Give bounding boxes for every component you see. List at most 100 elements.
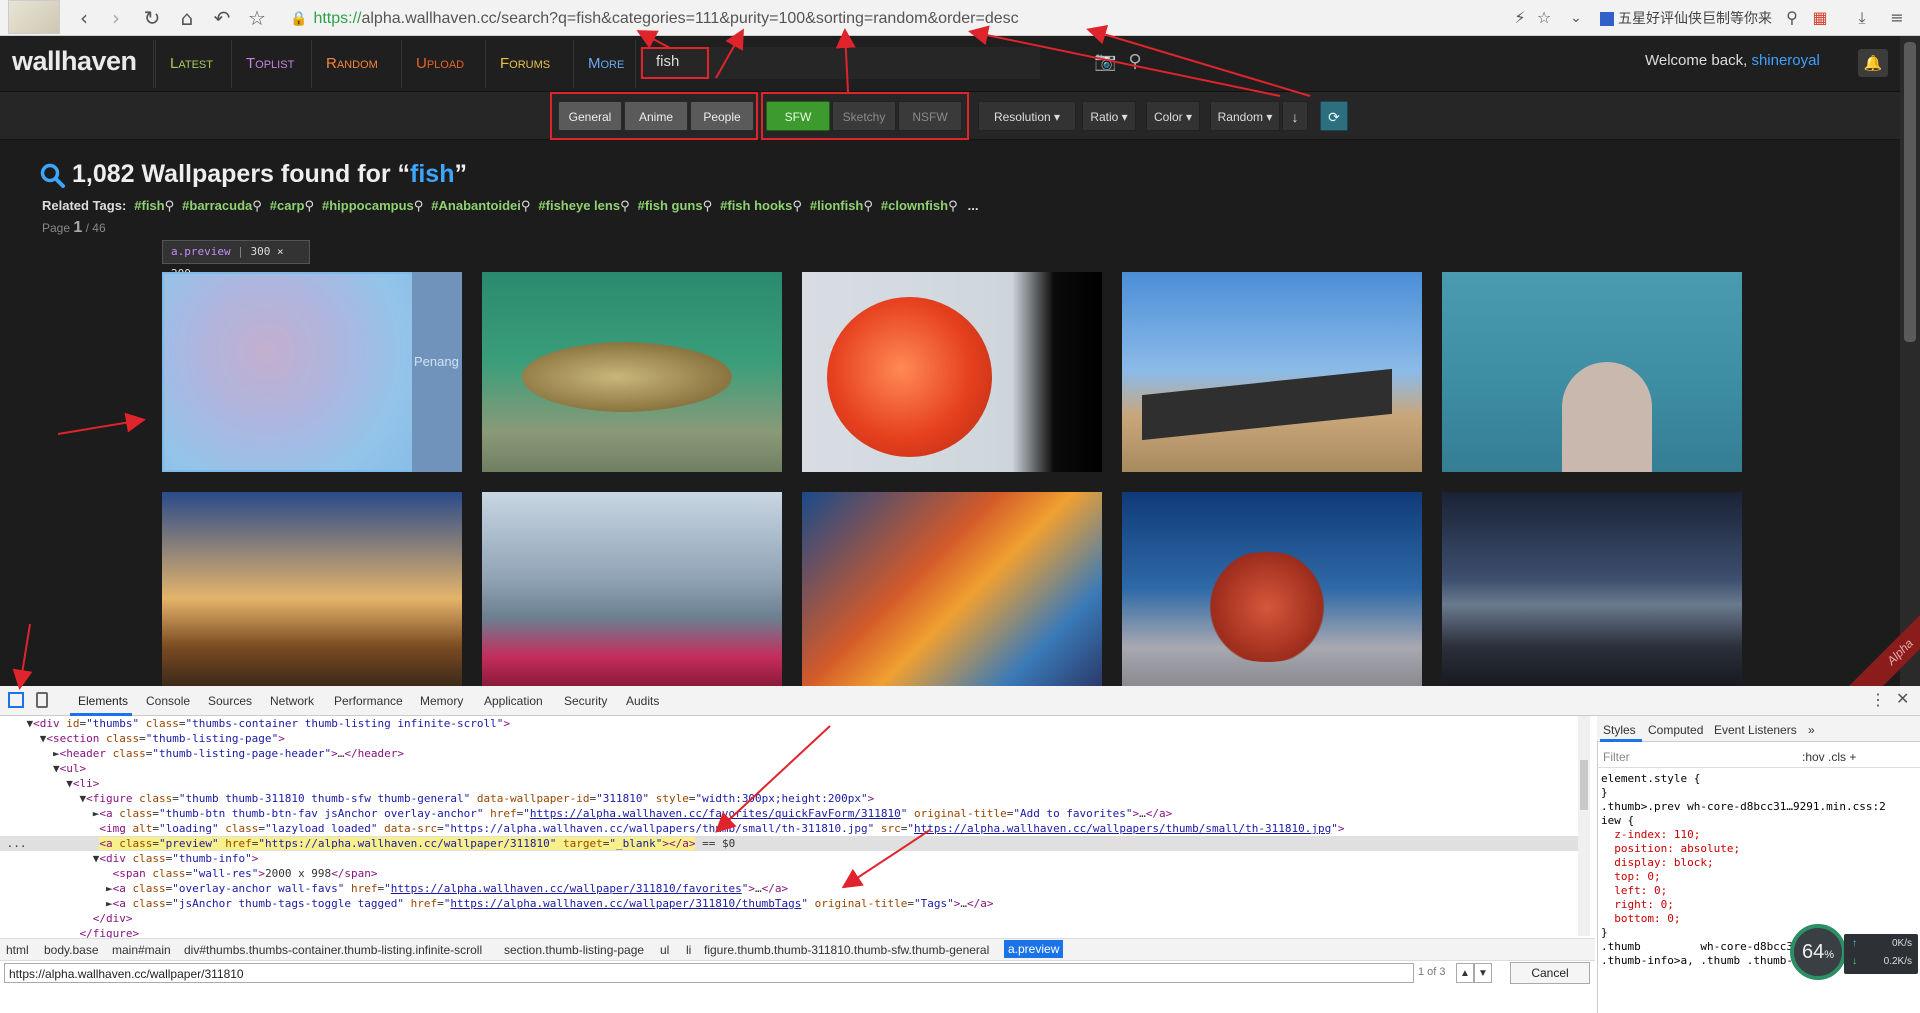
nav-upload[interactable]: Upload <box>416 53 464 75</box>
nav-random[interactable]: Random <box>326 53 378 75</box>
devtools-tab-performance[interactable]: Performance <box>334 694 403 708</box>
wallpaper-thumb-hut[interactable] <box>162 492 462 686</box>
cancel-button[interactable]: Cancel <box>1510 962 1590 984</box>
close-icon[interactable]: ✕ <box>1896 689 1909 708</box>
breadcrumb-item[interactable]: ul <box>660 943 669 957</box>
related-tag[interactable]: #fish⚲ <box>134 198 175 214</box>
reload-icon[interactable]: ↻ <box>140 6 164 30</box>
breadcrumb-item[interactable]: section.thumb-listing-page <box>504 943 644 957</box>
dom-node[interactable]: <span class="wall-res">2000 x 998</span> <box>0 866 1580 881</box>
browser-search-box[interactable]: 五星好评仙侠巨制等你来 <box>1600 6 1790 30</box>
wallpaper-thumb-discus-pink[interactable]: Penang <box>162 272 462 472</box>
home-icon[interactable]: ⌂ <box>175 6 199 30</box>
devtools-tab-console[interactable]: Console <box>146 694 190 708</box>
tab-computed[interactable]: Computed <box>1648 723 1703 737</box>
dom-node[interactable]: ▼<div id="thumbs" class="thumbs-containe… <box>0 716 1580 731</box>
tag-search-icon[interactable]: ⚲ <box>620 199 630 214</box>
related-tag[interactable]: #Anabantoidei⚲ <box>431 198 531 214</box>
dom-node[interactable]: ►<a class="jsAnchor thumb-tags-toggle ta… <box>0 896 1580 911</box>
star-icon[interactable]: ☆ <box>245 6 269 30</box>
breadcrumb-item[interactable]: div#thumbs.thumbs-container.thumb-listin… <box>184 943 482 957</box>
undo-icon[interactable]: ↶ <box>210 6 234 30</box>
device-toolbar-icon[interactable] <box>36 692 48 708</box>
tags-more[interactable]: ... <box>968 198 979 213</box>
ratio-dropdown[interactable]: Ratio ▾ <box>1082 101 1136 131</box>
notification-bell-icon[interactable]: 🔔 <box>1858 49 1888 77</box>
styles-filter-input[interactable]: Filter <box>1603 750 1630 764</box>
dom-scrollbar-thumb[interactable] <box>1580 760 1588 810</box>
tag-search-icon[interactable]: ⚲ <box>414 199 424 214</box>
wallpaper-thumb-reef[interactable] <box>802 492 1102 686</box>
breadcrumb-item[interactable]: a.preview <box>1004 940 1064 958</box>
wallpaper-thumb-lionfish[interactable] <box>1122 492 1422 686</box>
dom-node[interactable]: </div> <box>0 911 1580 926</box>
menu-icon[interactable]: ≡ <box>1885 6 1909 30</box>
search-icon[interactable]: ⚲ <box>1780 6 1804 30</box>
devtools-tab-security[interactable]: Security <box>564 694 607 708</box>
wallpaper-thumb-fishhook[interactable] <box>1442 272 1742 472</box>
apps-grid-icon[interactable]: ▦ <box>1808 6 1832 30</box>
breadcrumb-item[interactable]: html <box>6 943 29 957</box>
inspect-element-icon[interactable] <box>8 692 24 708</box>
dom-node[interactable]: ►<a class="overlay-anchor wall-favs" hre… <box>0 881 1580 896</box>
related-tag[interactable]: #carp⚲ <box>270 198 314 214</box>
chevron-up-icon[interactable]: ▲ <box>1456 963 1474 983</box>
resolution-dropdown[interactable]: Resolution ▾ <box>978 101 1076 131</box>
devtools-tab-network[interactable]: Network <box>270 694 314 708</box>
tag-search-icon[interactable]: ⚲ <box>304 199 314 214</box>
sorting-dropdown[interactable]: Random ▾ <box>1210 101 1280 131</box>
bookmark-star-icon[interactable]: ☆ <box>1532 6 1556 30</box>
refresh-icon[interactable]: ⟳ <box>1320 101 1348 131</box>
styles-filter-toggles[interactable]: :hov .cls + <box>1802 750 1856 764</box>
nav-more[interactable]: More <box>588 53 624 75</box>
tag-search-icon[interactable]: ⚲ <box>863 199 873 214</box>
tag-search-icon[interactable]: ⚲ <box>792 199 802 214</box>
wallpaper-thumb-panorama[interactable] <box>1442 492 1742 686</box>
color-dropdown[interactable]: Color ▾ <box>1146 101 1200 131</box>
dom-node[interactable]: ▼<li> <box>0 776 1580 791</box>
tab-event-listeners[interactable]: Event Listeners <box>1714 723 1797 737</box>
chevron-right-icon[interactable]: » <box>1808 723 1815 737</box>
related-tag[interactable]: #barracuda⚲ <box>182 198 262 214</box>
dom-node-selected[interactable]: ... <a class="preview" href="https://alp… <box>0 836 1580 851</box>
related-tag[interactable]: #lionfish⚲ <box>810 198 873 214</box>
dom-node[interactable]: ▼<ul> <box>0 761 1580 776</box>
more-options-icon[interactable]: ⋮ <box>1870 690 1886 710</box>
username-link[interactable]: shineroyal <box>1751 52 1819 69</box>
wallpaper-thumb-excavator[interactable] <box>1122 272 1422 472</box>
wallpaper-thumb-discus-red[interactable] <box>802 272 1102 472</box>
related-tag[interactable]: #clownfish⚲ <box>881 198 958 214</box>
site-logo[interactable]: wallhaven <box>12 46 137 77</box>
related-tag[interactable]: #fisheye lens⚲ <box>538 198 630 214</box>
related-tag[interactable]: #fish guns⚲ <box>638 198 713 214</box>
breadcrumb-item[interactable]: body.base <box>44 943 99 957</box>
breadcrumb-item[interactable]: main#main <box>112 943 171 957</box>
page-scrollbar-thumb[interactable] <box>1904 42 1916 342</box>
nav-toplist[interactable]: Toplist <box>246 53 294 75</box>
find-input[interactable]: https://alpha.wallhaven.cc/wallpaper/311… <box>4 963 1414 983</box>
breadcrumb-item[interactable]: figure.thumb.thumb-311810.thumb-sfw.thum… <box>704 943 989 957</box>
tab-styles[interactable]: Styles <box>1603 723 1636 737</box>
download-icon[interactable]: ⤓ <box>1850 6 1874 30</box>
lightning-icon[interactable]: ⚡ <box>1508 6 1532 30</box>
devtools-tab-audits[interactable]: Audits <box>626 694 659 708</box>
tag-search-icon[interactable]: ⚲ <box>948 199 958 214</box>
related-tag[interactable]: #fish hooks⚲ <box>720 198 802 214</box>
dom-node[interactable]: <img alt="loading" class="lazyload loade… <box>0 821 1580 836</box>
tag-search-icon[interactable]: ⚲ <box>165 199 175 214</box>
devtools-tab-elements[interactable]: Elements <box>78 694 128 708</box>
network-speed-gauge[interactable]: 64% <box>1790 924 1846 980</box>
back-icon[interactable]: ‹ <box>72 6 96 30</box>
dom-scrollbar[interactable] <box>1578 716 1590 936</box>
tag-search-icon[interactable]: ⚲ <box>521 199 531 214</box>
dom-node[interactable]: ▼<div class="thumb-info"> <box>0 851 1580 866</box>
tag-search-icon[interactable]: ⚲ <box>703 199 713 214</box>
dom-node[interactable]: ►<header class="thumb-listing-page-heade… <box>0 746 1580 761</box>
nav-latest[interactable]: Latest <box>170 53 213 75</box>
dom-node[interactable]: ►<a class="thumb-btn thumb-btn-fav jsAnc… <box>0 806 1580 821</box>
wallpaper-thumb-skyscrapers[interactable] <box>482 492 782 686</box>
related-tag[interactable]: #hippocampus⚲ <box>322 198 424 214</box>
breadcrumb-item[interactable]: li <box>686 943 691 957</box>
forward-icon[interactable]: › <box>104 6 128 30</box>
address-bar[interactable]: 🔒 https://alpha.wallhaven.cc/search?q=fis… <box>290 5 1590 31</box>
